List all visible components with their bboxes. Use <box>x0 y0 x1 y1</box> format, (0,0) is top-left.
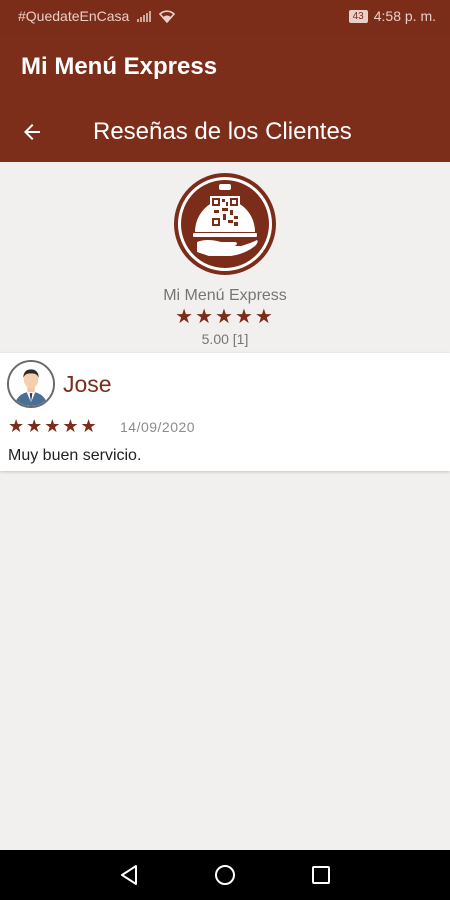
status-hashtag: #QuedateEnCasa <box>18 8 129 24</box>
restaurant-name: Mi Menú Express <box>0 287 450 305</box>
battery-icon: 43 <box>349 10 368 23</box>
restaurant-stars: ★★★★★ <box>0 307 450 327</box>
triangle-back-icon[interactable] <box>116 862 142 888</box>
review-date: 14/09/2020 <box>120 419 195 435</box>
arrow-back-icon <box>20 120 44 144</box>
restaurant-summary: Mi Menú Express ★★★★★ 5.00 [1] <box>0 172 450 347</box>
avatar <box>7 360 55 408</box>
wifi-icon <box>159 10 175 23</box>
status-left: #QuedateEnCasa <box>18 8 175 24</box>
toolbar: Reseñas de los Clientes <box>0 102 450 162</box>
circle-home-icon[interactable] <box>212 862 238 888</box>
restaurant-rating: 5.00 [1] <box>0 331 450 347</box>
square-recents-icon[interactable] <box>308 862 334 888</box>
signal-icon <box>137 10 151 22</box>
app-title-bar: Mi Menú Express <box>0 34 450 102</box>
reviewer-name: Jose <box>63 371 112 398</box>
status-bar: #QuedateEnCasa 43 4:58 p. m. <box>0 0 450 34</box>
screen-title: Reseñas de los Clientes <box>93 118 352 146</box>
review-card: Jose ★★★★★ 14/09/2020 Muy buen servicio. <box>0 353 450 471</box>
back-button[interactable] <box>12 112 52 152</box>
review-stars: ★★★★★ <box>8 416 99 436</box>
status-right: 43 4:58 p. m. <box>349 8 436 24</box>
status-time: 4:58 p. m. <box>374 8 436 24</box>
app-title: Mi Menú Express <box>21 53 217 81</box>
nav-bar <box>0 850 450 900</box>
review-text: Muy buen servicio. <box>8 447 141 465</box>
restaurant-logo <box>173 172 277 276</box>
